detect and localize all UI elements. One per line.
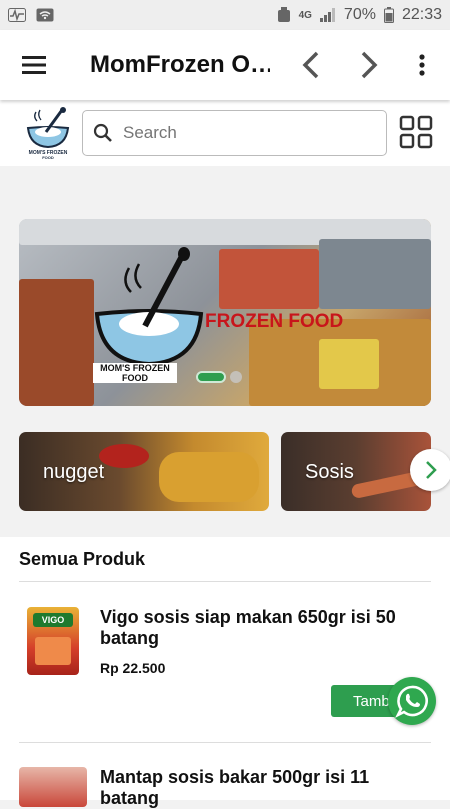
bowl-spoon-logo-icon: MOM'S FROZEN FOOD (26, 107, 70, 160)
page-title: MomFrozen O… (90, 51, 270, 78)
divider (19, 581, 431, 582)
wifi-icon (36, 8, 54, 22)
banner-headline: FROZEN FOOD (205, 311, 344, 332)
banner-bowl-icon (94, 247, 204, 367)
search-input[interactable] (123, 123, 363, 143)
signal-icon (319, 8, 335, 22)
battery-icon (383, 7, 394, 23)
category-next-button[interactable] (410, 449, 450, 491)
chevron-right-icon (426, 461, 437, 479)
product-image[interactable] (19, 767, 87, 807)
grid-view-button[interactable] (398, 114, 434, 150)
carousel-dot[interactable] (230, 371, 242, 383)
app-bar: MomFrozen O… (0, 30, 450, 100)
whatsapp-button[interactable] (388, 677, 436, 725)
banner-brand-text: MOM'S FROZEN FOOD (93, 363, 177, 383)
category-card-sosis[interactable]: Sosis (281, 432, 431, 511)
forward-icon (361, 51, 378, 79)
status-bar: 4G 70% 22:33 (0, 0, 450, 30)
whatsapp-icon (395, 685, 428, 718)
product-name[interactable]: Vigo sosis siap makan 650gr isi 50 batan… (100, 607, 420, 649)
grid-icon (399, 115, 433, 149)
battery-level: 70% (343, 6, 376, 23)
clock: 22:33 (401, 6, 442, 23)
more-options-button[interactable] (412, 52, 432, 78)
category-label: nugget (43, 461, 105, 483)
activity-icon (8, 8, 26, 22)
back-button[interactable] (296, 50, 324, 80)
back-icon (302, 51, 319, 79)
carousel-indicator (196, 371, 242, 383)
alarm-icon (277, 7, 290, 22)
brand-logo[interactable]: MOM'S FROZEN FOOD (22, 106, 74, 160)
category-label: Sosis (305, 461, 354, 483)
menu-button[interactable] (20, 52, 50, 78)
more-vert-icon (419, 54, 425, 76)
svg-text:FOOD: FOOD (42, 155, 54, 160)
search-box[interactable] (82, 110, 387, 156)
search-icon (93, 123, 112, 142)
section-heading: Semua Produk (19, 549, 146, 569)
menu-icon (22, 56, 46, 74)
forward-button[interactable] (356, 50, 384, 80)
carousel-dot-active[interactable] (196, 371, 226, 383)
search-row: MOM'S FROZEN FOOD (0, 100, 450, 166)
category-card-nugget[interactable]: nugget (19, 432, 269, 511)
product-image[interactable]: VIGO (27, 607, 79, 675)
product-name[interactable]: Mantap sosis bakar 500gr isi 11 batang (100, 767, 420, 809)
divider (19, 742, 431, 743)
products-section: Semua Produk VIGO Vigo sosis siap makan … (0, 537, 450, 808)
network-type: 4G (298, 9, 312, 21)
product-price: Rp 22.500 (100, 660, 166, 676)
